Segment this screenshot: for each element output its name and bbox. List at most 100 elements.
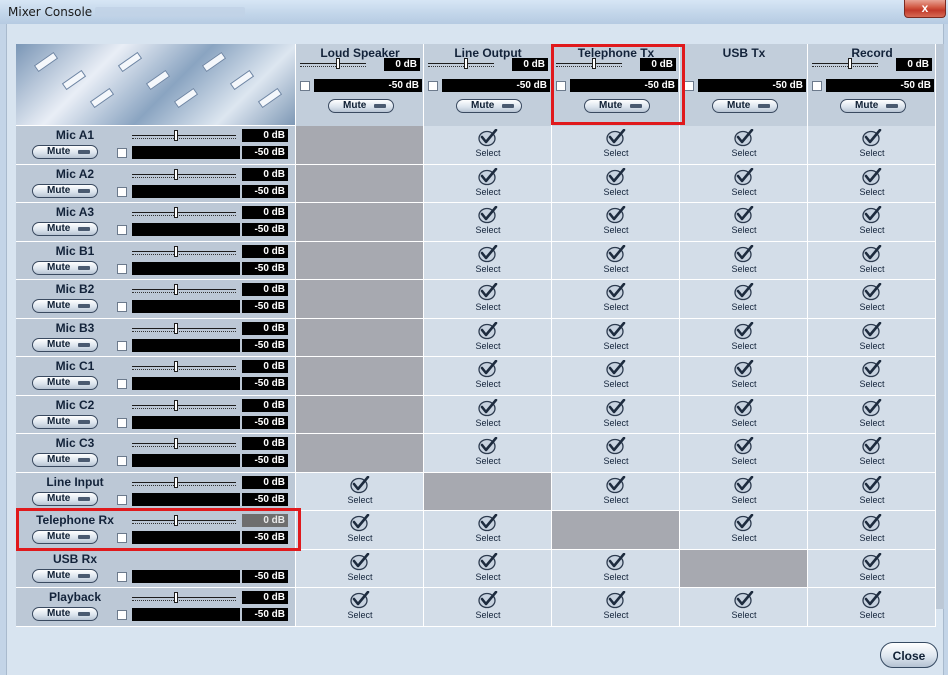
routing-cell[interactable]: Select [680,126,808,165]
input-gain-fader-knob[interactable] [174,207,178,218]
input-mute-button[interactable]: Mute [32,260,98,275]
routing-cell[interactable]: Select [808,472,936,511]
input-enable-checkbox[interactable] [117,340,127,351]
routing-cell[interactable]: Select [808,395,936,434]
routing-cell[interactable]: Select [296,588,424,627]
routing-cell[interactable]: Select [424,357,552,396]
input-enable-checkbox[interactable] [117,379,127,389]
routing-cell[interactable]: Select [424,434,552,473]
routing-cell[interactable]: Select [552,241,680,280]
routing-cell[interactable]: Select [424,318,552,357]
routing-cell[interactable]: Select [808,588,936,627]
routing-cell[interactable]: Select [424,395,552,434]
input-mute-button[interactable]: Mute [32,453,98,467]
input-enable-checkbox[interactable] [117,302,127,312]
close-button[interactable]: Close [880,642,938,668]
output-mute-button[interactable]: Mute [328,99,394,113]
input-gain-fader-knob[interactable] [174,284,178,295]
routing-cell[interactable]: Select [808,126,936,165]
input-enable-checkbox[interactable] [117,263,127,274]
routing-cell[interactable]: Select [808,164,936,203]
input-enable-checkbox[interactable] [117,456,127,466]
output-mute-button[interactable]: Mute [712,99,778,113]
routing-cell[interactable]: Select [424,588,552,627]
input-mute-button[interactable]: Mute [32,414,98,429]
routing-cell[interactable]: Select [552,318,680,357]
input-mute-button[interactable]: Mute [32,222,98,236]
routing-cell[interactable]: Select [680,357,808,396]
input-gain-fader-knob[interactable] [174,592,178,603]
input-gain-fader-knob[interactable] [174,476,178,488]
routing-cell[interactable]: Select [424,126,552,165]
input-enable-checkbox[interactable] [117,225,127,235]
input-gain-fader[interactable] [132,284,236,296]
routing-cell[interactable]: Select [552,472,680,511]
input-mute-button[interactable]: Mute [32,491,98,506]
output-enable-checkbox[interactable] [300,81,310,91]
routing-cell[interactable]: Select [680,241,808,280]
input-gain-fader[interactable] [132,592,236,604]
input-gain-fader-knob[interactable] [174,130,178,141]
input-mute-button[interactable]: Mute [32,568,98,583]
routing-cell[interactable]: Select [424,280,552,319]
routing-cell[interactable]: Select [424,241,552,280]
input-gain-fader-knob[interactable] [174,245,178,257]
routing-cell[interactable]: Select [296,511,424,550]
input-gain-fader-knob[interactable] [174,361,178,372]
input-enable-checkbox[interactable] [117,186,127,197]
input-mute-button[interactable]: Mute [32,145,98,159]
input-mute-button[interactable]: Mute [32,607,98,621]
routing-cell[interactable]: Select [552,434,680,473]
output-enable-checkbox[interactable] [684,81,694,91]
routing-cell[interactable]: Select [808,280,936,319]
input-gain-fader[interactable] [132,168,236,181]
output-gain-fader[interactable] [812,58,878,70]
input-enable-checkbox[interactable] [117,494,127,505]
input-enable-checkbox[interactable] [117,417,127,428]
routing-cell[interactable]: Select [424,203,552,242]
output-gain-fader-knob[interactable] [464,58,468,69]
input-gain-fader-knob[interactable] [174,322,178,334]
output-enable-checkbox[interactable] [812,81,822,91]
routing-cell[interactable]: Select [680,164,808,203]
output-mute-button[interactable]: Mute [456,99,522,113]
routing-cell[interactable]: Select [680,318,808,357]
routing-cell[interactable]: Select [552,588,680,627]
routing-cell[interactable]: Select [680,588,808,627]
routing-cell[interactable]: Select [680,395,808,434]
routing-cell[interactable]: Select [552,164,680,203]
routing-cell[interactable]: Select [552,357,680,396]
input-enable-checkbox[interactable] [117,610,127,620]
routing-cell[interactable]: Select [552,395,680,434]
routing-cell[interactable]: Select [552,280,680,319]
input-enable-checkbox[interactable] [117,571,127,582]
routing-cell[interactable]: Select [296,472,424,511]
window-close-button[interactable]: x [904,0,946,18]
routing-cell[interactable]: Select [808,434,936,473]
input-gain-fader-knob[interactable] [174,438,178,449]
routing-cell[interactable]: Select [680,472,808,511]
input-gain-fader[interactable] [132,322,236,335]
routing-cell[interactable]: Select [424,164,552,203]
routing-cell[interactable]: Select [424,549,552,588]
routing-cell[interactable]: Select [808,511,936,550]
routing-cell[interactable]: Select [808,203,936,242]
routing-cell[interactable]: Select [808,549,936,588]
input-gain-fader[interactable] [132,245,236,258]
routing-cell[interactable]: Select [680,511,808,550]
input-mute-button[interactable]: Mute [32,337,98,352]
routing-cell[interactable]: Select [808,241,936,280]
routing-cell[interactable]: Select [808,357,936,396]
input-gain-fader[interactable] [132,476,236,489]
output-gain-fader[interactable] [300,58,366,70]
input-gain-fader[interactable] [132,361,236,373]
routing-cell[interactable]: Select [296,549,424,588]
input-gain-fader[interactable] [132,438,236,450]
input-mute-button[interactable]: Mute [32,183,98,198]
output-mute-button[interactable]: Mute [840,99,906,113]
input-gain-fader-knob[interactable] [174,399,178,411]
input-gain-fader[interactable] [132,207,236,219]
input-gain-fader-knob[interactable] [174,168,178,180]
routing-cell[interactable]: Select [552,549,680,588]
routing-cell[interactable]: Select [552,203,680,242]
